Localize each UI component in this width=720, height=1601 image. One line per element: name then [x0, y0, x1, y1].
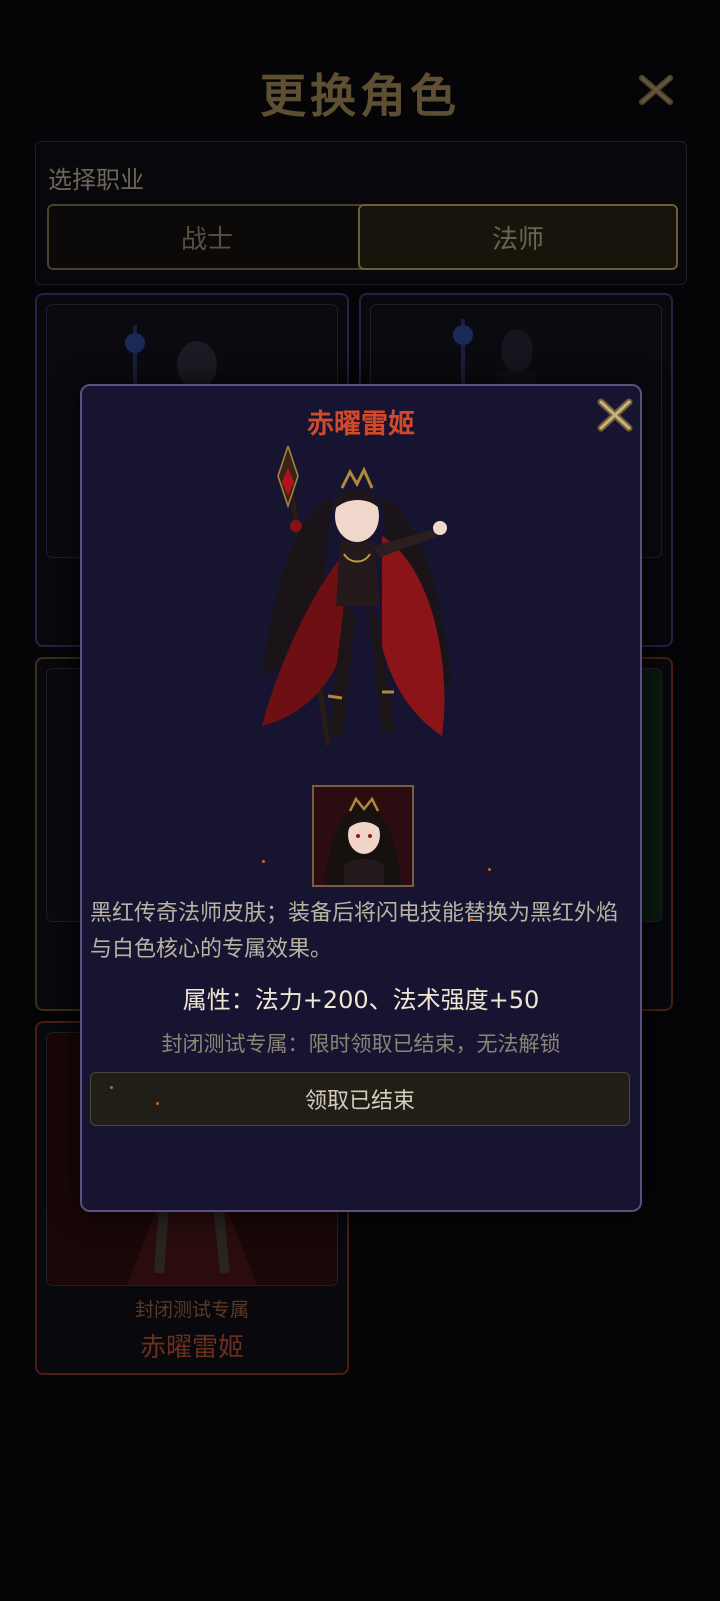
job-select-panel: 选择职业 战士 法师: [35, 141, 687, 285]
claim-button[interactable]: 领取已结束: [90, 1072, 630, 1126]
card-name: 赤曜雷姬: [139, 1333, 244, 1363]
character-portrait: [262, 446, 452, 747]
ember-spark: [262, 860, 265, 863]
card-tag: 封闭测试专属: [134, 1299, 249, 1321]
skin-thumbnail: [312, 785, 414, 887]
job-select-label: 选择职业: [48, 166, 144, 194]
ember-spark: [470, 918, 473, 921]
ember-spark: [488, 868, 491, 871]
skin-attributes: 属性：法力+200、法术强度+50: [182, 986, 540, 1014]
skin-availability-note: 封闭测试专属：限时领取已结束，无法解锁: [161, 1032, 561, 1056]
skin-description: 黑红传奇法师皮肤；装备后将闪电技能替换为黑红外焰与白色核心的专属效果。: [90, 901, 619, 962]
job-option-mage[interactable]: 法师: [358, 204, 678, 270]
close-icon[interactable]: [596, 396, 634, 434]
job-option-warrior[interactable]: 战士: [47, 204, 367, 270]
skin-detail-modal: 赤曜雷姬 黑红传奇法师皮肤；装备后将闪电技能替换为黑红外焰与白色核心的专属效果。…: [80, 384, 642, 1212]
modal-title: 赤曜雷姬: [307, 409, 415, 440]
close-icon[interactable]: [636, 70, 676, 110]
ember-spark: [110, 1086, 113, 1089]
page-title: 更换角色: [260, 69, 460, 123]
ember-spark: [156, 1102, 159, 1105]
